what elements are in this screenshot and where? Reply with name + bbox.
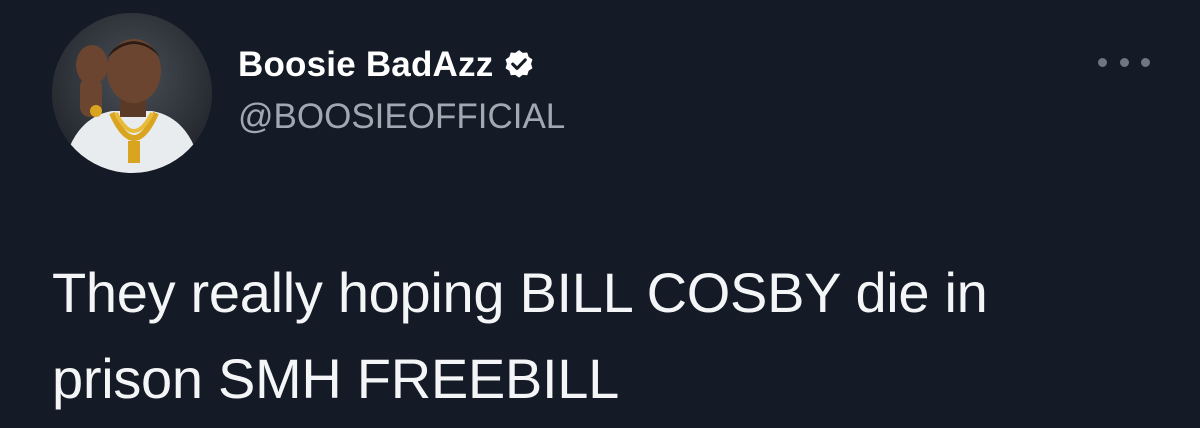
tweet-text-line: prison SMH FREEBILL [52,347,619,410]
more-options-icon [1119,57,1129,67]
author-handle[interactable]: @BOOSIEOFFICIAL [238,97,565,137]
more-options-button[interactable] [1098,50,1150,74]
tweet-text: They really hoping BILL COSBY die in pri… [52,250,1172,422]
more-options-icon [1141,57,1150,67]
author-display-name[interactable]: Boosie BadAzz [238,45,493,85]
profile-photo-icon [52,13,212,173]
author-name-row: Boosie BadAzz [238,42,536,88]
verified-badge-icon [502,48,536,82]
avatar[interactable] [52,13,212,173]
more-options-icon [1098,57,1107,67]
tweet-card: Boosie BadAzz @BOOSIEOFFICIAL They reall… [0,0,1200,428]
tweet-text-line: They really hoping BILL COSBY die in [52,261,988,324]
